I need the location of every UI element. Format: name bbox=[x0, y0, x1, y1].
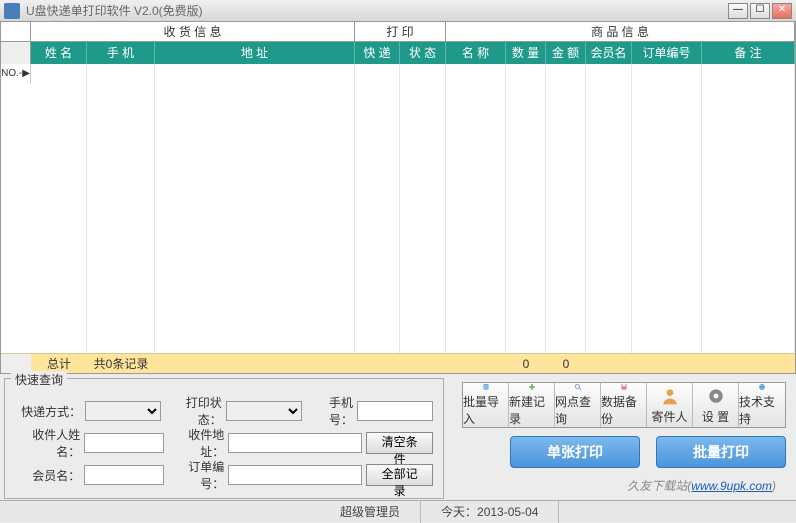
support-button[interactable]: 技术支持 bbox=[739, 383, 785, 427]
recv-addr-input[interactable] bbox=[228, 433, 362, 453]
backup-button[interactable]: 数据备份 bbox=[601, 383, 647, 427]
col-remark[interactable]: 备 注 bbox=[702, 42, 795, 64]
label-phone: 手机号： bbox=[306, 394, 353, 428]
col-orderno[interactable]: 订单编号 bbox=[632, 42, 702, 64]
watermark: 久友下载站(www.9upk.com) bbox=[627, 477, 776, 494]
clear-conditions-button[interactable]: 清空条件 bbox=[366, 432, 433, 454]
recv-name-input[interactable] bbox=[84, 433, 164, 453]
orderno-input[interactable] bbox=[228, 465, 362, 485]
col-gname[interactable]: 名 称 bbox=[446, 42, 506, 64]
row-header: NO.-▶ bbox=[1, 64, 31, 84]
grid-body[interactable]: NO.-▶ bbox=[1, 64, 795, 353]
label-orderno: 订单编号： bbox=[168, 458, 224, 492]
total-qty: 0 bbox=[506, 354, 546, 373]
label-recv-name: 收件人姓名： bbox=[15, 426, 80, 460]
data-grid: 收 货 信 息 打 印 商 品 信 息 姓 名 手 机 地 址 快 递 状 态 … bbox=[0, 22, 796, 374]
person-icon bbox=[660, 386, 680, 406]
label-member: 会员名： bbox=[15, 467, 80, 484]
status-bar: 超级管理员 今天：2013-05-04 bbox=[0, 500, 796, 522]
col-qty[interactable]: 数 量 bbox=[506, 42, 546, 64]
single-print-button[interactable]: 单张打印 bbox=[510, 436, 640, 468]
col-address[interactable]: 地 址 bbox=[155, 42, 355, 64]
courier-method-select[interactable] bbox=[85, 401, 161, 421]
settings-button[interactable]: 设 置 bbox=[693, 383, 739, 427]
lookup-button[interactable]: 网点查询 bbox=[555, 383, 601, 427]
plus-icon bbox=[522, 383, 542, 391]
database-icon bbox=[476, 383, 496, 391]
toolbar: 批量导入 新建记录 网点查询 数据备份 寄件人 设 置 技术支持 单张打印 批量… bbox=[462, 382, 786, 468]
window-title: U盘快递单打印软件 V2.0(免费版) bbox=[26, 2, 728, 19]
quick-query-panel: 快速查询 快递方式： 打印状态： 手机号： 收件人姓名： 收件地址： 清空条件 … bbox=[4, 378, 444, 499]
gear-icon bbox=[706, 386, 726, 406]
titlebar: U盘快递单打印软件 V2.0(免费版) — ☐ ✕ bbox=[0, 0, 796, 22]
maximize-button[interactable]: ☐ bbox=[750, 3, 770, 19]
label-recv-addr: 收件地址： bbox=[168, 426, 224, 460]
group-header-row: 收 货 信 息 打 印 商 品 信 息 bbox=[1, 22, 795, 42]
col-amount[interactable]: 金 额 bbox=[546, 42, 586, 64]
member-input[interactable] bbox=[84, 465, 164, 485]
col-name[interactable]: 姓 名 bbox=[31, 42, 87, 64]
total-summary: 共0条记录 bbox=[87, 354, 155, 373]
col-member[interactable]: 会员名 bbox=[586, 42, 632, 64]
label-print-status: 打印状态： bbox=[165, 394, 222, 428]
panel-title: 快速查询 bbox=[11, 371, 67, 388]
col-status[interactable]: 状 态 bbox=[400, 42, 446, 64]
globe-icon bbox=[752, 383, 772, 391]
group-print: 打 印 bbox=[355, 22, 446, 41]
sender-button[interactable]: 寄件人 bbox=[647, 383, 693, 427]
batch-import-button[interactable]: 批量导入 bbox=[463, 383, 509, 427]
column-header-row: 姓 名 手 机 地 址 快 递 状 态 名 称 数 量 金 额 会员名 订单编号… bbox=[1, 42, 795, 64]
total-amount: 0 bbox=[546, 354, 586, 373]
close-button[interactable]: ✕ bbox=[772, 3, 792, 19]
print-status-select[interactable] bbox=[226, 401, 302, 421]
disk-icon bbox=[614, 383, 634, 391]
group-receive: 收 货 信 息 bbox=[31, 22, 355, 41]
group-goods: 商 品 信 息 bbox=[446, 22, 795, 41]
all-records-button[interactable]: 全部记录 bbox=[366, 464, 433, 486]
total-row: 总计 共0条记录 0 0 bbox=[1, 353, 795, 373]
status-user: 超级管理员 bbox=[320, 501, 421, 523]
status-today: 今天：2013-05-04 bbox=[421, 501, 559, 523]
col-phone[interactable]: 手 机 bbox=[87, 42, 155, 64]
watermark-link[interactable]: www.9upk.com bbox=[691, 479, 772, 493]
minimize-button[interactable]: — bbox=[728, 3, 748, 19]
search-icon bbox=[568, 383, 588, 391]
new-record-button[interactable]: 新建记录 bbox=[509, 383, 555, 427]
phone-input[interactable] bbox=[357, 401, 433, 421]
batch-print-button[interactable]: 批量打印 bbox=[656, 436, 786, 468]
app-icon bbox=[4, 3, 20, 19]
col-courier[interactable]: 快 递 bbox=[355, 42, 400, 64]
label-courier-method: 快递方式： bbox=[15, 403, 81, 420]
